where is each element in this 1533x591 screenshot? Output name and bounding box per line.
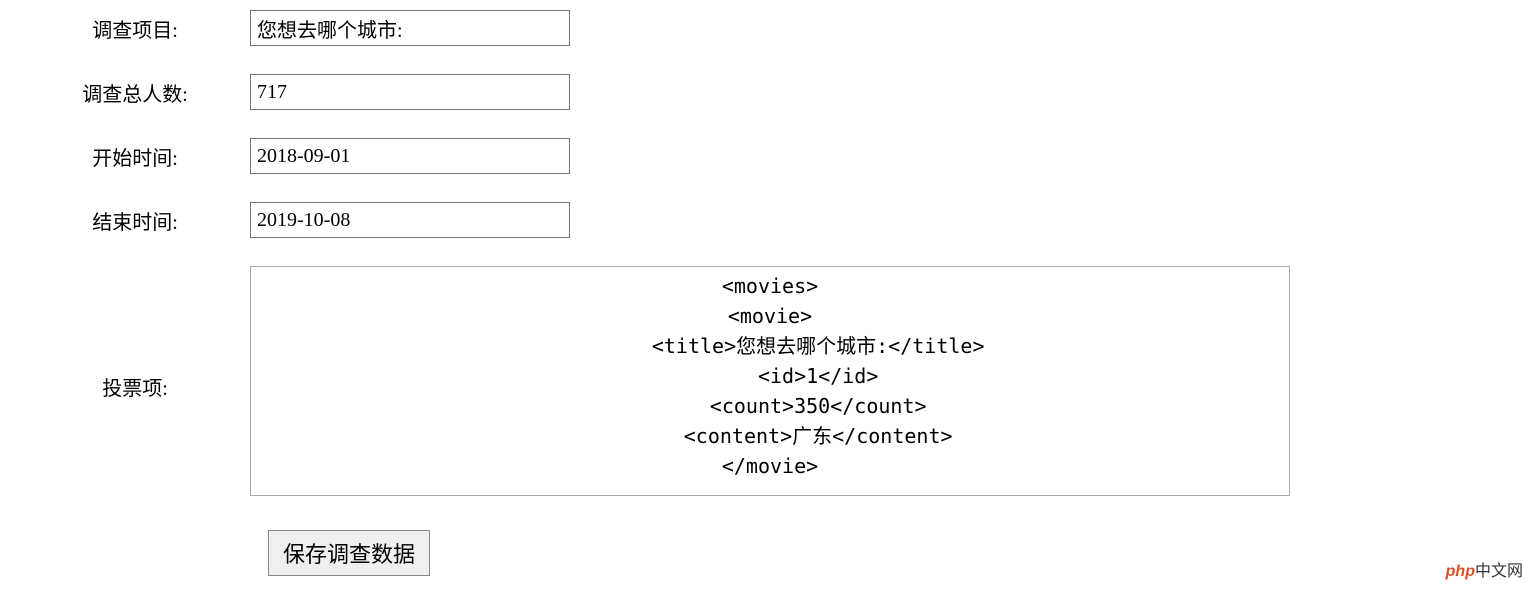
total-people-input[interactable] — [250, 74, 570, 110]
end-time-label: 结束时间: — [20, 202, 250, 235]
survey-item-input[interactable] — [250, 10, 570, 46]
start-time-input[interactable] — [250, 138, 570, 174]
watermark: php中文网 — [1446, 557, 1523, 581]
watermark-text: 中文网 — [1475, 563, 1523, 580]
survey-item-label: 调查项目: — [20, 10, 250, 43]
save-button[interactable]: 保存调查数据 — [268, 530, 430, 576]
watermark-brand: php — [1446, 563, 1475, 580]
vote-items-textarea[interactable] — [250, 266, 1290, 496]
start-time-label: 开始时间: — [20, 138, 250, 171]
total-people-label: 调查总人数: — [20, 74, 250, 107]
vote-items-label: 投票项: — [20, 368, 250, 401]
end-time-input[interactable] — [250, 202, 570, 238]
